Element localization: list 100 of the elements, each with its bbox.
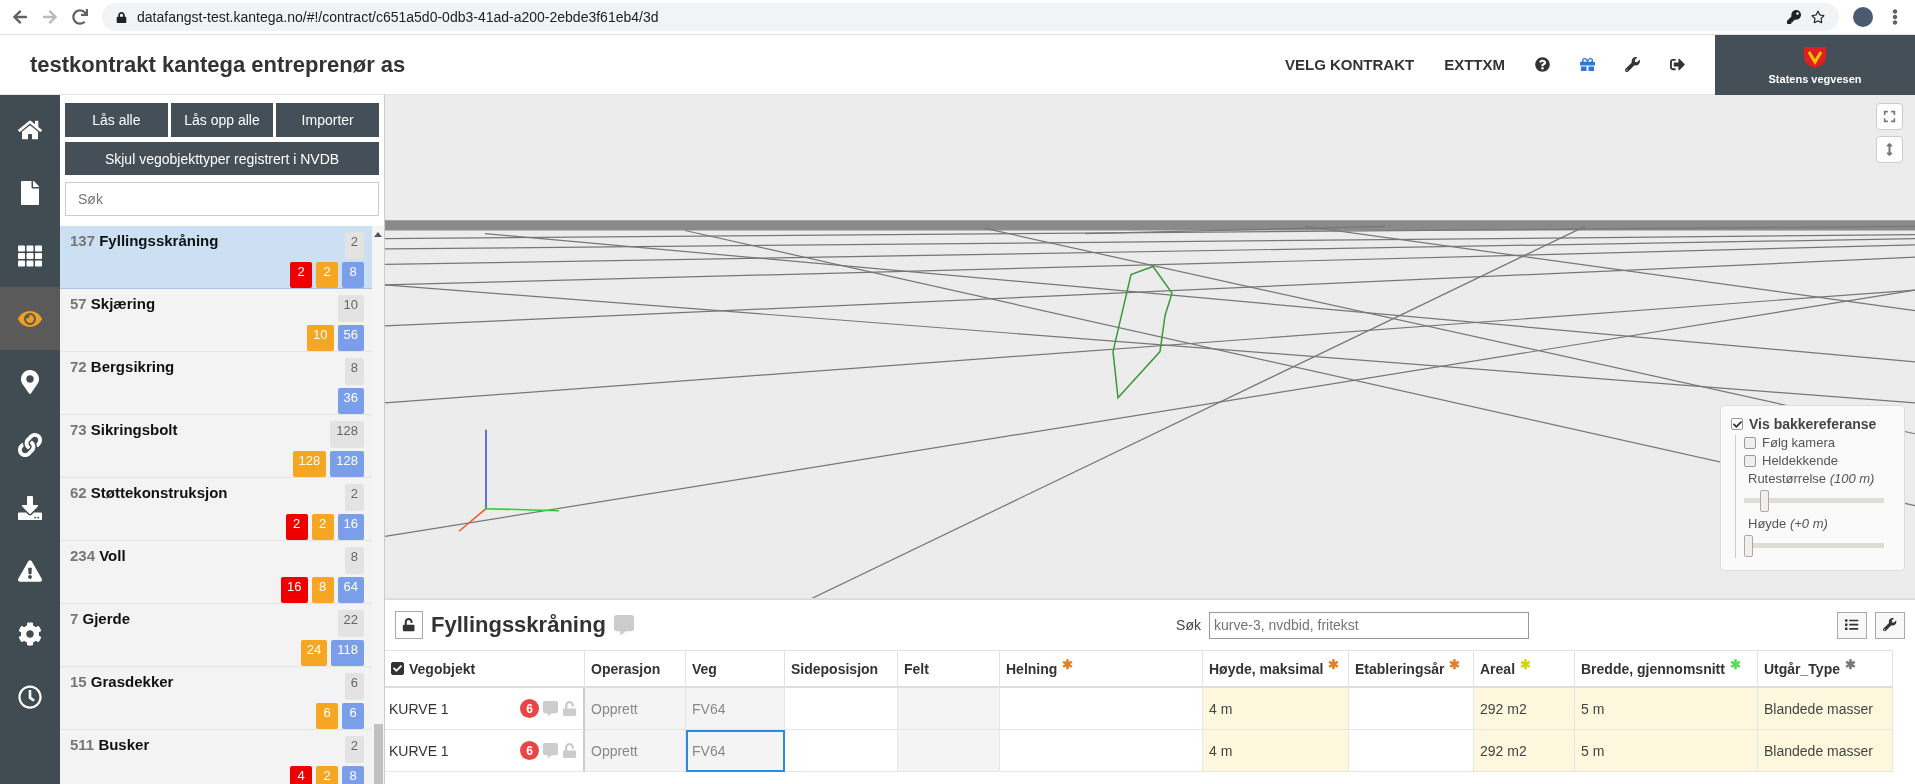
checkbox[interactable]: [1744, 436, 1756, 449]
shield-logo-icon: [1802, 44, 1828, 69]
object-type-item[interactable]: 62 Støttekonstruksjon 2 2 2 16: [60, 478, 372, 541]
object-type-item[interactable]: 57 Skjæring 10 10 56: [60, 289, 372, 352]
count-tag: 10: [307, 324, 334, 351]
object-type-item[interactable]: 234 Voll 8 16 8 64: [60, 541, 372, 604]
object-type-name: 511 Busker: [70, 736, 151, 755]
count-tag: 128: [292, 450, 327, 477]
table-cell[interactable]: [1000, 730, 1203, 772]
count-tag: 24: [300, 639, 328, 666]
total-count: 8: [344, 547, 364, 574]
settings-icon: [18, 621, 42, 646]
logout-icon[interactable]: [1670, 57, 1685, 72]
panel-title: Fyllingsskråning: [431, 612, 606, 638]
slider-label: Høyde (+0 m): [1747, 516, 1829, 531]
table-cell[interactable]: [1349, 730, 1474, 772]
object-type-name: 72 Bergsikring: [70, 358, 176, 377]
count-tag: 8: [342, 261, 364, 288]
back-icon[interactable]: [12, 9, 28, 25]
lock-icon: [116, 11, 127, 23]
action-button[interactable]: Lås opp alle: [170, 103, 274, 137]
avatar[interactable]: [1853, 7, 1873, 27]
table-cell[interactable]: [785, 730, 898, 772]
wrench-icon: [1883, 618, 1897, 632]
count-tag: 2: [311, 513, 334, 540]
object-type-name: 62 Støttekonstruksjon: [70, 484, 229, 503]
required-mark: ✱: [1520, 657, 1532, 672]
table-cell[interactable]: [1349, 688, 1474, 730]
column-label: Bredde, gjennomsnitt: [1581, 660, 1725, 677]
required-mark: ✱: [1729, 657, 1741, 672]
search-label: Søk: [1176, 617, 1201, 633]
table-cell[interactable]: 292 m2: [1474, 688, 1575, 730]
total-count: 2: [344, 232, 364, 259]
object-type-item[interactable]: 511 Busker 2 4 2 8: [60, 730, 372, 784]
required-mark: ✱: [1845, 657, 1856, 672]
column-header[interactable]: Vegobjekt: [385, 650, 585, 688]
settings-button[interactable]: [1875, 611, 1905, 639]
count-tag: 128: [330, 450, 364, 477]
object-type-item[interactable]: 137 Fyllingsskråning 2 2 2 8: [60, 226, 372, 289]
unlock-icon: [402, 618, 416, 632]
table-cell[interactable]: 4 m: [1203, 730, 1349, 772]
wrench-icon[interactable]: [1625, 57, 1640, 72]
column-label: Felt: [904, 660, 929, 677]
object-type-item[interactable]: 15 Grasdekker 6 6 6: [60, 667, 372, 730]
nav-link[interactable]: VELG KONTRAKT: [1285, 56, 1415, 73]
table-cell[interactable]: 292 m2: [1474, 730, 1575, 772]
grid-icon: [18, 243, 42, 268]
column-label: Operasjon: [591, 660, 661, 677]
search-field[interactable]: Søk: [65, 182, 379, 216]
error-count: 6: [520, 741, 539, 760]
count-tag: 2: [285, 513, 308, 540]
slider-thumb[interactable]: [1744, 535, 1753, 557]
checkbox-label: Heldekkende: [1762, 453, 1838, 468]
fullscreen-button[interactable]: [1876, 103, 1903, 130]
count-tag: 8: [311, 576, 334, 603]
checkbox[interactable]: [1744, 454, 1756, 467]
total-count: 10: [337, 295, 364, 322]
select-all-checkbox[interactable]: [391, 662, 404, 675]
vertical-button[interactable]: [1876, 136, 1903, 163]
object-type-item[interactable]: 73 Sikringsbolt 128 128 128: [60, 415, 372, 478]
warning-icon: [18, 558, 42, 583]
table-cell[interactable]: 5 m: [1575, 730, 1758, 772]
required-mark: ✱: [1062, 657, 1074, 672]
object-type-item[interactable]: 7 Gjerde 22 24 118: [60, 604, 372, 667]
table-cell[interactable]: [898, 730, 1000, 772]
column-label: Etableringsår: [1355, 660, 1445, 677]
total-count: 22: [337, 610, 364, 637]
column-label: Areal: [1480, 660, 1516, 677]
total-count: 2: [344, 484, 364, 511]
table-cell[interactable]: Blandede masser: [1758, 730, 1893, 772]
help-icon[interactable]: [1535, 57, 1550, 72]
table-cell[interactable]: [785, 688, 898, 730]
action-button[interactable]: Importer: [276, 103, 379, 137]
table-cell[interactable]: 5 m: [1575, 688, 1758, 730]
address-bar[interactable]: datafangst-test.kantega.no/#!/contract/c651a5d0-0db3-41ad-a200-2ebde3f61eb4/3d: [102, 3, 1839, 31]
object-name: KURVE 1: [389, 742, 450, 759]
key-icon[interactable]: [1787, 10, 1801, 24]
slider-thumb[interactable]: [1759, 490, 1769, 512]
gift-icon[interactable]: [1580, 57, 1595, 72]
table-cell[interactable]: Blandede masser: [1758, 688, 1893, 730]
count-tag: 118: [331, 639, 364, 666]
star-icon[interactable]: [1811, 10, 1825, 24]
link-icon: [18, 432, 42, 457]
table-cell[interactable]: [898, 688, 1000, 730]
search-field[interactable]: kurve-3, nvdbid, fritekst: [1209, 611, 1529, 639]
table-cell[interactable]: [1000, 688, 1203, 730]
nav-link[interactable]: EXTTXM: [1444, 56, 1505, 73]
object-type-item[interactable]: 72 Bergsikring 8 36: [60, 352, 372, 415]
contract-title: testkontrakt kantega entreprenør as: [29, 51, 407, 78]
lock-button[interactable]: [395, 611, 423, 639]
list-button[interactable]: [1837, 611, 1867, 639]
object-type-name: 137 Fyllingsskråning: [70, 232, 220, 251]
table-cell[interactable]: 4 m: [1203, 688, 1349, 730]
scrollbar[interactable]: [372, 226, 384, 784]
object-type-name: 15 Grasdekker: [70, 673, 175, 692]
hide-types-button[interactable]: Skjul vegobjekttyper registrert i NVDB: [65, 142, 379, 175]
reload-icon[interactable]: [72, 9, 88, 25]
action-button[interactable]: Lås alle: [65, 103, 168, 137]
expand-icon: [1883, 110, 1896, 123]
checkbox[interactable]: [1731, 418, 1743, 430]
